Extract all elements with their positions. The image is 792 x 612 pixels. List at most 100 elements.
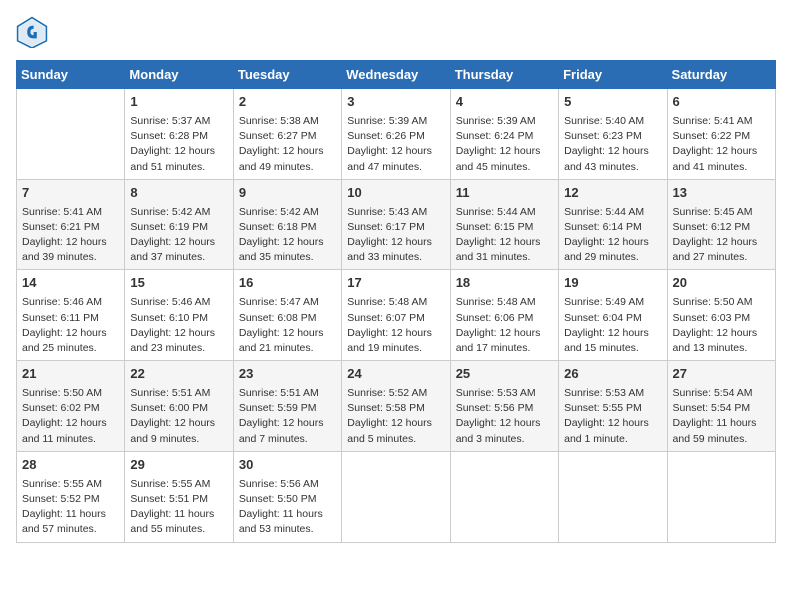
page-header (16, 16, 776, 48)
day-number: 10 (347, 184, 444, 203)
logo (16, 16, 52, 48)
day-number: 13 (673, 184, 770, 203)
day-info: Sunrise: 5:46 AMSunset: 6:10 PMDaylight:… (130, 295, 227, 356)
day-info: Sunrise: 5:46 AMSunset: 6:11 PMDaylight:… (22, 295, 119, 356)
header-row: SundayMondayTuesdayWednesdayThursdayFrid… (17, 61, 776, 89)
day-info: Sunrise: 5:49 AMSunset: 6:04 PMDaylight:… (564, 295, 661, 356)
week-row: 1Sunrise: 5:37 AMSunset: 6:28 PMDaylight… (17, 89, 776, 180)
day-number: 26 (564, 365, 661, 384)
calendar-header: SundayMondayTuesdayWednesdayThursdayFrid… (17, 61, 776, 89)
day-info: Sunrise: 5:50 AMSunset: 6:02 PMDaylight:… (22, 386, 119, 447)
day-cell: 29 Sunrise: 5:55 AMSunset: 5:51 PMDayligh… (125, 451, 233, 542)
calendar-body: 1Sunrise: 5:37 AMSunset: 6:28 PMDaylight… (17, 89, 776, 543)
day-cell: 10 Sunrise: 5:43 AMSunset: 6:17 PMDayligh… (342, 179, 450, 270)
day-info: Sunrise: 5:51 AMSunset: 5:59 PMDaylight:… (239, 386, 336, 447)
day-cell: 14 Sunrise: 5:46 AMSunset: 6:11 PMDayligh… (17, 270, 125, 361)
col-header-friday: Friday (559, 61, 667, 89)
day-cell: 13 Sunrise: 5:45 AMSunset: 6:12 PMDayligh… (667, 179, 775, 270)
day-number: 25 (456, 365, 553, 384)
day-number: 17 (347, 274, 444, 293)
day-cell: 20 Sunrise: 5:50 AMSunset: 6:03 PMDayligh… (667, 270, 775, 361)
day-info: Sunrise: 5:55 AMSunset: 5:52 PMDaylight:… (22, 477, 119, 538)
day-cell: 18 Sunrise: 5:48 AMSunset: 6:06 PMDayligh… (450, 270, 558, 361)
day-number: 6 (673, 93, 770, 112)
day-number: 4 (456, 93, 553, 112)
day-info: Sunrise: 5:53 AMSunset: 5:56 PMDaylight:… (456, 386, 553, 447)
day-number: 12 (564, 184, 661, 203)
day-cell: 28 Sunrise: 5:55 AMSunset: 5:52 PMDayligh… (17, 451, 125, 542)
day-number: 7 (22, 184, 119, 203)
day-number: 20 (673, 274, 770, 293)
day-info: Sunrise: 5:51 AMSunset: 6:00 PMDaylight:… (130, 386, 227, 447)
day-number: 28 (22, 456, 119, 475)
day-info: Sunrise: 5:40 AMSunset: 6:23 PMDaylight:… (564, 114, 661, 175)
col-header-tuesday: Tuesday (233, 61, 341, 89)
day-number: 30 (239, 456, 336, 475)
day-info: Sunrise: 5:43 AMSunset: 6:17 PMDaylight:… (347, 205, 444, 266)
day-cell: 3 Sunrise: 5:39 AMSunset: 6:26 PMDaylight… (342, 89, 450, 180)
day-cell: 11 Sunrise: 5:44 AMSunset: 6:15 PMDayligh… (450, 179, 558, 270)
day-cell: 8 Sunrise: 5:42 AMSunset: 6:19 PMDaylight… (125, 179, 233, 270)
day-info: Sunrise: 5:44 AMSunset: 6:15 PMDaylight:… (456, 205, 553, 266)
day-cell: 23Sunrise: 5:51 AMSunset: 5:59 PMDayligh… (233, 361, 341, 452)
day-cell: 17 Sunrise: 5:48 AMSunset: 6:07 PMDayligh… (342, 270, 450, 361)
day-info: Sunrise: 5:48 AMSunset: 6:06 PMDaylight:… (456, 295, 553, 356)
day-info: Sunrise: 5:50 AMSunset: 6:03 PMDaylight:… (673, 295, 770, 356)
day-number: 19 (564, 274, 661, 293)
week-row: 7 Sunrise: 5:41 AMSunset: 6:21 PMDaylight… (17, 179, 776, 270)
day-cell: 26 Sunrise: 5:53 AMSunset: 5:55 PMDayligh… (559, 361, 667, 452)
day-cell: 16Sunrise: 5:47 AMSunset: 6:08 PMDayligh… (233, 270, 341, 361)
day-number: 11 (456, 184, 553, 203)
day-info: Sunrise: 5:48 AMSunset: 6:07 PMDaylight:… (347, 295, 444, 356)
day-info: Sunrise: 5:39 AMSunset: 6:26 PMDaylight:… (347, 114, 444, 175)
day-info: Sunrise: 5:41 AMSunset: 6:22 PMDaylight:… (673, 114, 770, 175)
day-cell: 6 Sunrise: 5:41 AMSunset: 6:22 PMDaylight… (667, 89, 775, 180)
day-cell: 27Sunrise: 5:54 AMSunset: 5:54 PMDayligh… (667, 361, 775, 452)
day-number: 22 (130, 365, 227, 384)
day-cell: 2Sunrise: 5:38 AMSunset: 6:27 PMDaylight… (233, 89, 341, 180)
week-row: 14 Sunrise: 5:46 AMSunset: 6:11 PMDayligh… (17, 270, 776, 361)
day-number: 3 (347, 93, 444, 112)
day-cell (17, 89, 125, 180)
day-number: 8 (130, 184, 227, 203)
day-cell: 25 Sunrise: 5:53 AMSunset: 5:56 PMDayligh… (450, 361, 558, 452)
day-info: Sunrise: 5:41 AMSunset: 6:21 PMDaylight:… (22, 205, 119, 266)
day-number: 21 (22, 365, 119, 384)
day-info: Sunrise: 5:56 AMSunset: 5:50 PMDaylight:… (239, 477, 336, 538)
day-cell: 7 Sunrise: 5:41 AMSunset: 6:21 PMDaylight… (17, 179, 125, 270)
day-info: Sunrise: 5:52 AMSunset: 5:58 PMDaylight:… (347, 386, 444, 447)
day-number: 5 (564, 93, 661, 112)
day-info: Sunrise: 5:44 AMSunset: 6:14 PMDaylight:… (564, 205, 661, 266)
day-number: 18 (456, 274, 553, 293)
day-cell: 24 Sunrise: 5:52 AMSunset: 5:58 PMDayligh… (342, 361, 450, 452)
day-info: Sunrise: 5:39 AMSunset: 6:24 PMDaylight:… (456, 114, 553, 175)
day-cell (667, 451, 775, 542)
day-number: 27 (673, 365, 770, 384)
day-info: Sunrise: 5:53 AMSunset: 5:55 PMDaylight:… (564, 386, 661, 447)
day-cell: 30 Sunrise: 5:56 AMSunset: 5:50 PMDayligh… (233, 451, 341, 542)
col-header-monday: Monday (125, 61, 233, 89)
day-cell: 1Sunrise: 5:37 AMSunset: 6:28 PMDaylight… (125, 89, 233, 180)
day-number: 15 (130, 274, 227, 293)
day-cell: 15 Sunrise: 5:46 AMSunset: 6:10 PMDayligh… (125, 270, 233, 361)
day-info: Sunrise: 5:42 AMSunset: 6:19 PMDaylight:… (130, 205, 227, 266)
day-number: 9 (239, 184, 336, 203)
week-row: 21 Sunrise: 5:50 AMSunset: 6:02 PMDayligh… (17, 361, 776, 452)
day-info: Sunrise: 5:45 AMSunset: 6:12 PMDaylight:… (673, 205, 770, 266)
day-number: 29 (130, 456, 227, 475)
day-cell: 12 Sunrise: 5:44 AMSunset: 6:14 PMDayligh… (559, 179, 667, 270)
day-number: 14 (22, 274, 119, 293)
day-cell: 4 Sunrise: 5:39 AMSunset: 6:24 PMDaylight… (450, 89, 558, 180)
day-cell: 22 Sunrise: 5:51 AMSunset: 6:00 PMDayligh… (125, 361, 233, 452)
col-header-saturday: Saturday (667, 61, 775, 89)
day-cell (342, 451, 450, 542)
day-cell (450, 451, 558, 542)
calendar-table: SundayMondayTuesdayWednesdayThursdayFrid… (16, 60, 776, 543)
day-number: 24 (347, 365, 444, 384)
day-info: Sunrise: 5:37 AMSunset: 6:28 PMDaylight:… (130, 114, 227, 175)
week-row: 28 Sunrise: 5:55 AMSunset: 5:52 PMDayligh… (17, 451, 776, 542)
day-info: Sunrise: 5:55 AMSunset: 5:51 PMDaylight:… (130, 477, 227, 538)
col-header-sunday: Sunday (17, 61, 125, 89)
day-cell: 9Sunrise: 5:42 AMSunset: 6:18 PMDaylight… (233, 179, 341, 270)
col-header-thursday: Thursday (450, 61, 558, 89)
